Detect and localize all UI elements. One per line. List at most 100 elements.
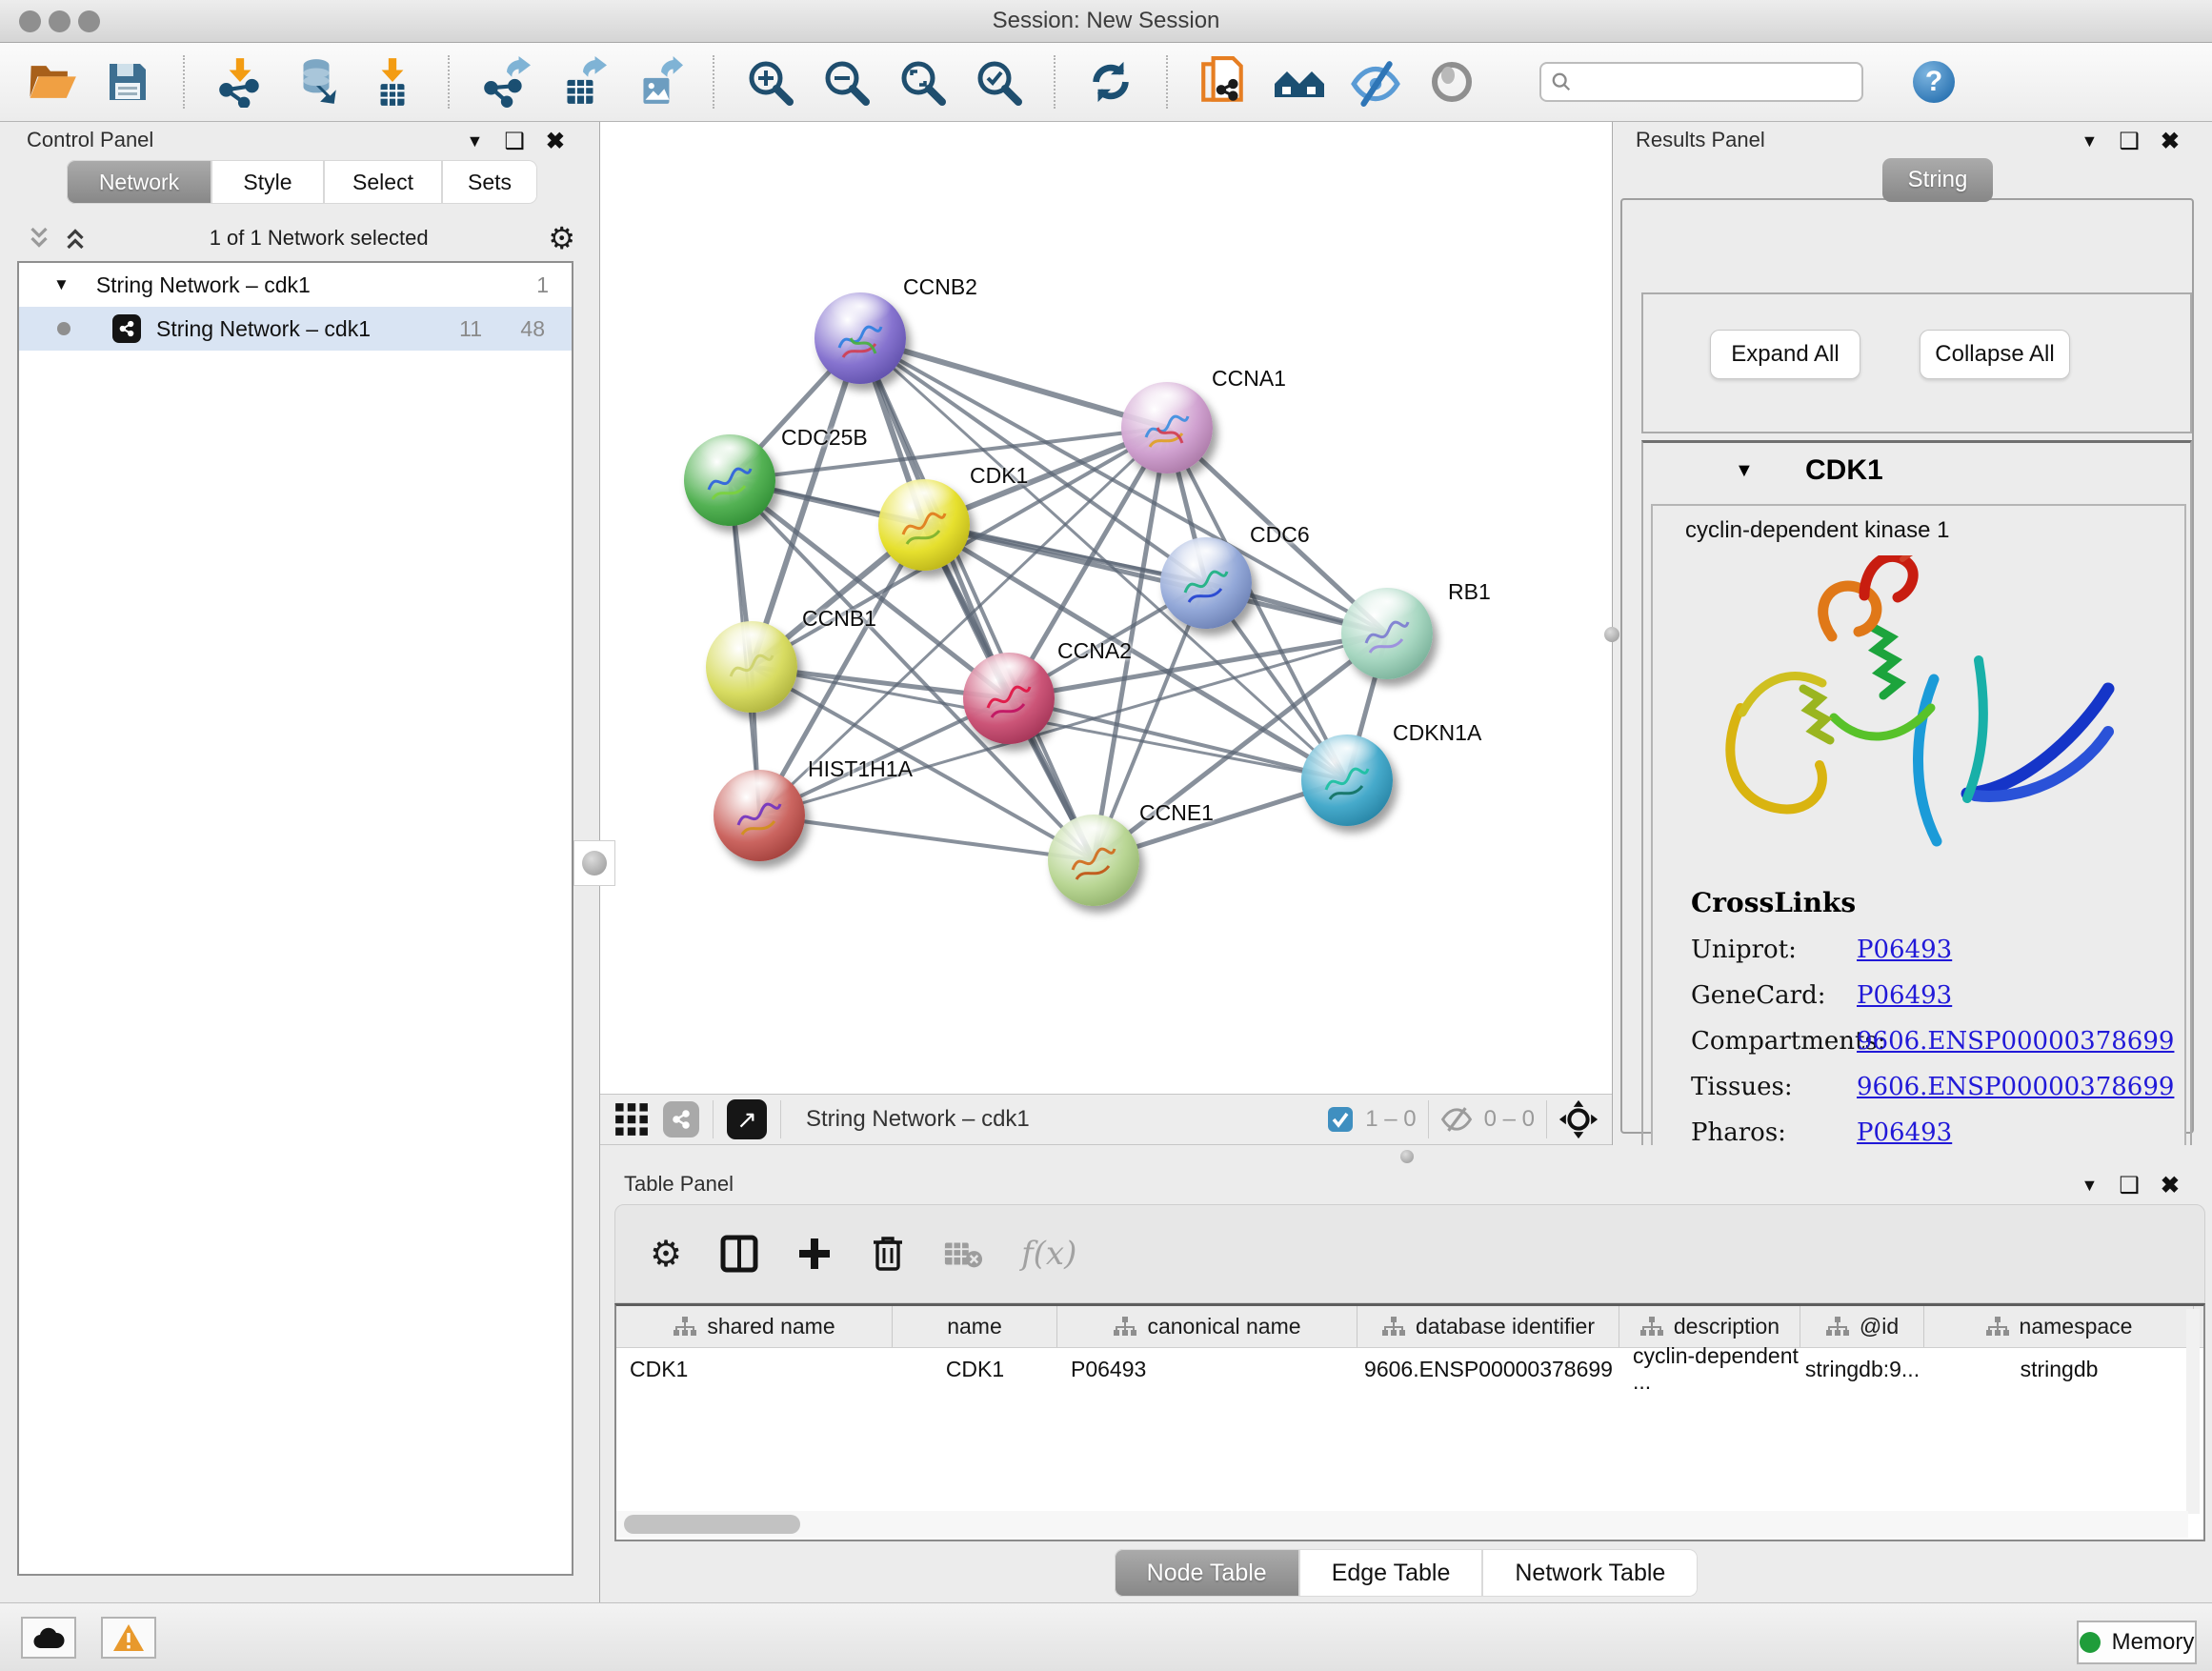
cloud-button[interactable] [21, 1617, 76, 1659]
crosslink-link[interactable]: P06493 [1857, 981, 1952, 1010]
right-splitter-handle[interactable] [1600, 617, 1623, 652]
column-header-description[interactable]: description [1619, 1306, 1800, 1347]
collapse-panel-icon[interactable]: ▼ [2081, 1176, 2099, 1196]
column-header-sharedname[interactable]: shared name [616, 1306, 893, 1347]
node-CCNE1[interactable] [1048, 815, 1139, 906]
delete-table-icon[interactable] [943, 1238, 983, 1269]
table-cell[interactable]: 9606.ENSP00000378699 [1357, 1348, 1619, 1390]
hide-unhide-button[interactable] [1349, 55, 1402, 109]
help-button[interactable]: ? [1913, 61, 1955, 103]
node-CDC6[interactable] [1160, 537, 1252, 629]
export-network-button[interactable] [478, 55, 532, 109]
copy-network-button[interactable] [1196, 55, 1250, 109]
tab-string[interactable]: String [1882, 158, 1993, 202]
zoom-selected-button[interactable] [972, 55, 1025, 109]
network-options-gear-icon[interactable]: ⚙ [548, 220, 575, 256]
collapse-panel-icon[interactable]: ▼ [2081, 131, 2099, 151]
collapse-all-chevrons-icon[interactable] [61, 224, 90, 252]
tab-node-table[interactable]: Node Table [1115, 1549, 1299, 1597]
crosslink-link[interactable]: 9606.ENSP00000378699 [1857, 1073, 2174, 1101]
tab-sets[interactable]: Sets [442, 160, 537, 204]
node-CDC25B[interactable] [684, 434, 775, 526]
save-session-button[interactable] [101, 55, 154, 109]
search-input[interactable] [1572, 70, 1839, 94]
column-header-databaseidentifier[interactable]: database identifier [1357, 1306, 1619, 1347]
collapse-all-button[interactable]: Collapse All [1920, 330, 2070, 379]
node-HIST1H1A[interactable] [714, 770, 805, 861]
node-table[interactable]: shared namenamecanonical namedatabase id… [614, 1303, 2205, 1541]
export-table-button[interactable] [554, 55, 608, 109]
table-row[interactable]: CDK1CDK1P064939606.ENSP00000378699cyclin… [616, 1348, 2203, 1390]
function-builder-icon[interactable]: f(x) [1021, 1235, 1076, 1273]
selected-checkbox-icon[interactable] [1327, 1106, 1354, 1133]
float-panel-icon[interactable]: ❑ [2119, 128, 2140, 155]
crosslink-link[interactable]: P06493 [1857, 1118, 1952, 1147]
import-network-button[interactable] [213, 55, 267, 109]
delete-column-trash-icon[interactable] [871, 1235, 905, 1273]
crosslink-link[interactable]: P06493 [1857, 936, 1952, 964]
expand-all-button[interactable]: Expand All [1710, 330, 1860, 379]
table-vertical-scrollbar[interactable] [2186, 1309, 2200, 1514]
hidden-eye-slash-icon[interactable] [1440, 1105, 1473, 1134]
node-CDKN1A[interactable] [1301, 735, 1393, 826]
float-panel-icon[interactable]: ❑ [504, 128, 525, 155]
home-view-button[interactable] [1273, 55, 1326, 109]
table-cell[interactable]: stringdb [1924, 1348, 2194, 1390]
scrollbar-thumb[interactable] [624, 1515, 800, 1534]
close-panel-icon[interactable]: ✖ [546, 128, 565, 155]
node-CCNB2[interactable] [814, 292, 906, 384]
edge-CDK1-RB1[interactable] [924, 525, 1387, 634]
add-column-icon[interactable] [796, 1236, 833, 1272]
network-collection-row[interactable]: ▼ String Network – cdk1 1 [19, 263, 572, 307]
table-cell[interactable]: stringdb:9... [1800, 1348, 1924, 1390]
zoom-out-button[interactable] [819, 55, 873, 109]
collapse-panel-icon[interactable]: ▼ [467, 131, 484, 151]
table-options-gear-icon[interactable]: ⚙ [650, 1233, 682, 1276]
show-graphics-button[interactable] [1425, 55, 1478, 109]
edge-HIST1H1A-CCNE1[interactable] [759, 815, 1094, 860]
network-row-selected[interactable]: String Network – cdk1 11 48 [19, 307, 572, 351]
node-CCNA2[interactable] [963, 653, 1055, 744]
table-cell[interactable]: CDK1 [616, 1348, 893, 1390]
detach-view-icon[interactable]: ↗ [727, 1099, 767, 1139]
column-header-name[interactable]: name [893, 1306, 1057, 1347]
network-canvas[interactable]: CCNB2CCNA1CDC25BCDK1CDC6RB1CCNB1CCNA2CDK… [600, 122, 1612, 1094]
search-box[interactable] [1539, 62, 1863, 102]
table-cell[interactable]: P06493 [1057, 1348, 1357, 1390]
open-session-button[interactable] [25, 55, 78, 109]
node-CCNA1[interactable] [1121, 382, 1213, 473]
expand-all-chevrons-icon[interactable] [25, 224, 53, 252]
birds-eye-crosshair-icon[interactable] [1558, 1099, 1599, 1139]
tab-edge-table[interactable]: Edge Table [1299, 1549, 1483, 1597]
bottom-splitter-handle[interactable] [1395, 1149, 1419, 1164]
export-image-button[interactable] [631, 55, 684, 109]
tree-caret-icon[interactable]: ▼ [53, 275, 70, 294]
memory-button[interactable]: Memory [2077, 1621, 2197, 1664]
network-share-view-icon[interactable] [663, 1101, 699, 1137]
close-panel-icon[interactable]: ✖ [2161, 1172, 2180, 1199]
column-header-namespace[interactable]: namespace [1924, 1306, 2194, 1347]
table-cell[interactable]: CDK1 [893, 1348, 1057, 1390]
grid-view-icon[interactable] [613, 1101, 650, 1137]
node-CCNB1[interactable] [706, 621, 797, 713]
tab-style[interactable]: Style [211, 160, 324, 204]
import-table-button[interactable] [366, 55, 419, 109]
gene-header-row[interactable]: ▼ CDK1 [1643, 443, 2190, 502]
crosslink-link[interactable]: 9606.ENSP00000378699 [1857, 1027, 2174, 1056]
table-horizontal-scrollbar[interactable] [616, 1511, 2188, 1538]
node-CDK1[interactable] [878, 479, 970, 571]
gene-caret-icon[interactable]: ▼ [1735, 460, 1754, 482]
import-database-button[interactable] [290, 55, 343, 109]
warnings-button[interactable] [101, 1617, 156, 1659]
float-panel-icon[interactable]: ❑ [2119, 1172, 2140, 1199]
column-header-canonicalname[interactable]: canonical name [1057, 1306, 1357, 1347]
tab-network[interactable]: Network [67, 160, 211, 204]
close-panel-icon[interactable]: ✖ [2161, 128, 2180, 155]
tab-select[interactable]: Select [324, 160, 442, 204]
tab-network-table[interactable]: Network Table [1482, 1549, 1698, 1597]
show-columns-icon[interactable] [720, 1235, 758, 1273]
table-cell[interactable]: cyclin-dependent ... [1619, 1348, 1800, 1390]
edge-CCNB2-CCNA1[interactable] [860, 338, 1167, 428]
zoom-in-button[interactable] [743, 55, 796, 109]
node-RB1[interactable] [1341, 588, 1433, 679]
